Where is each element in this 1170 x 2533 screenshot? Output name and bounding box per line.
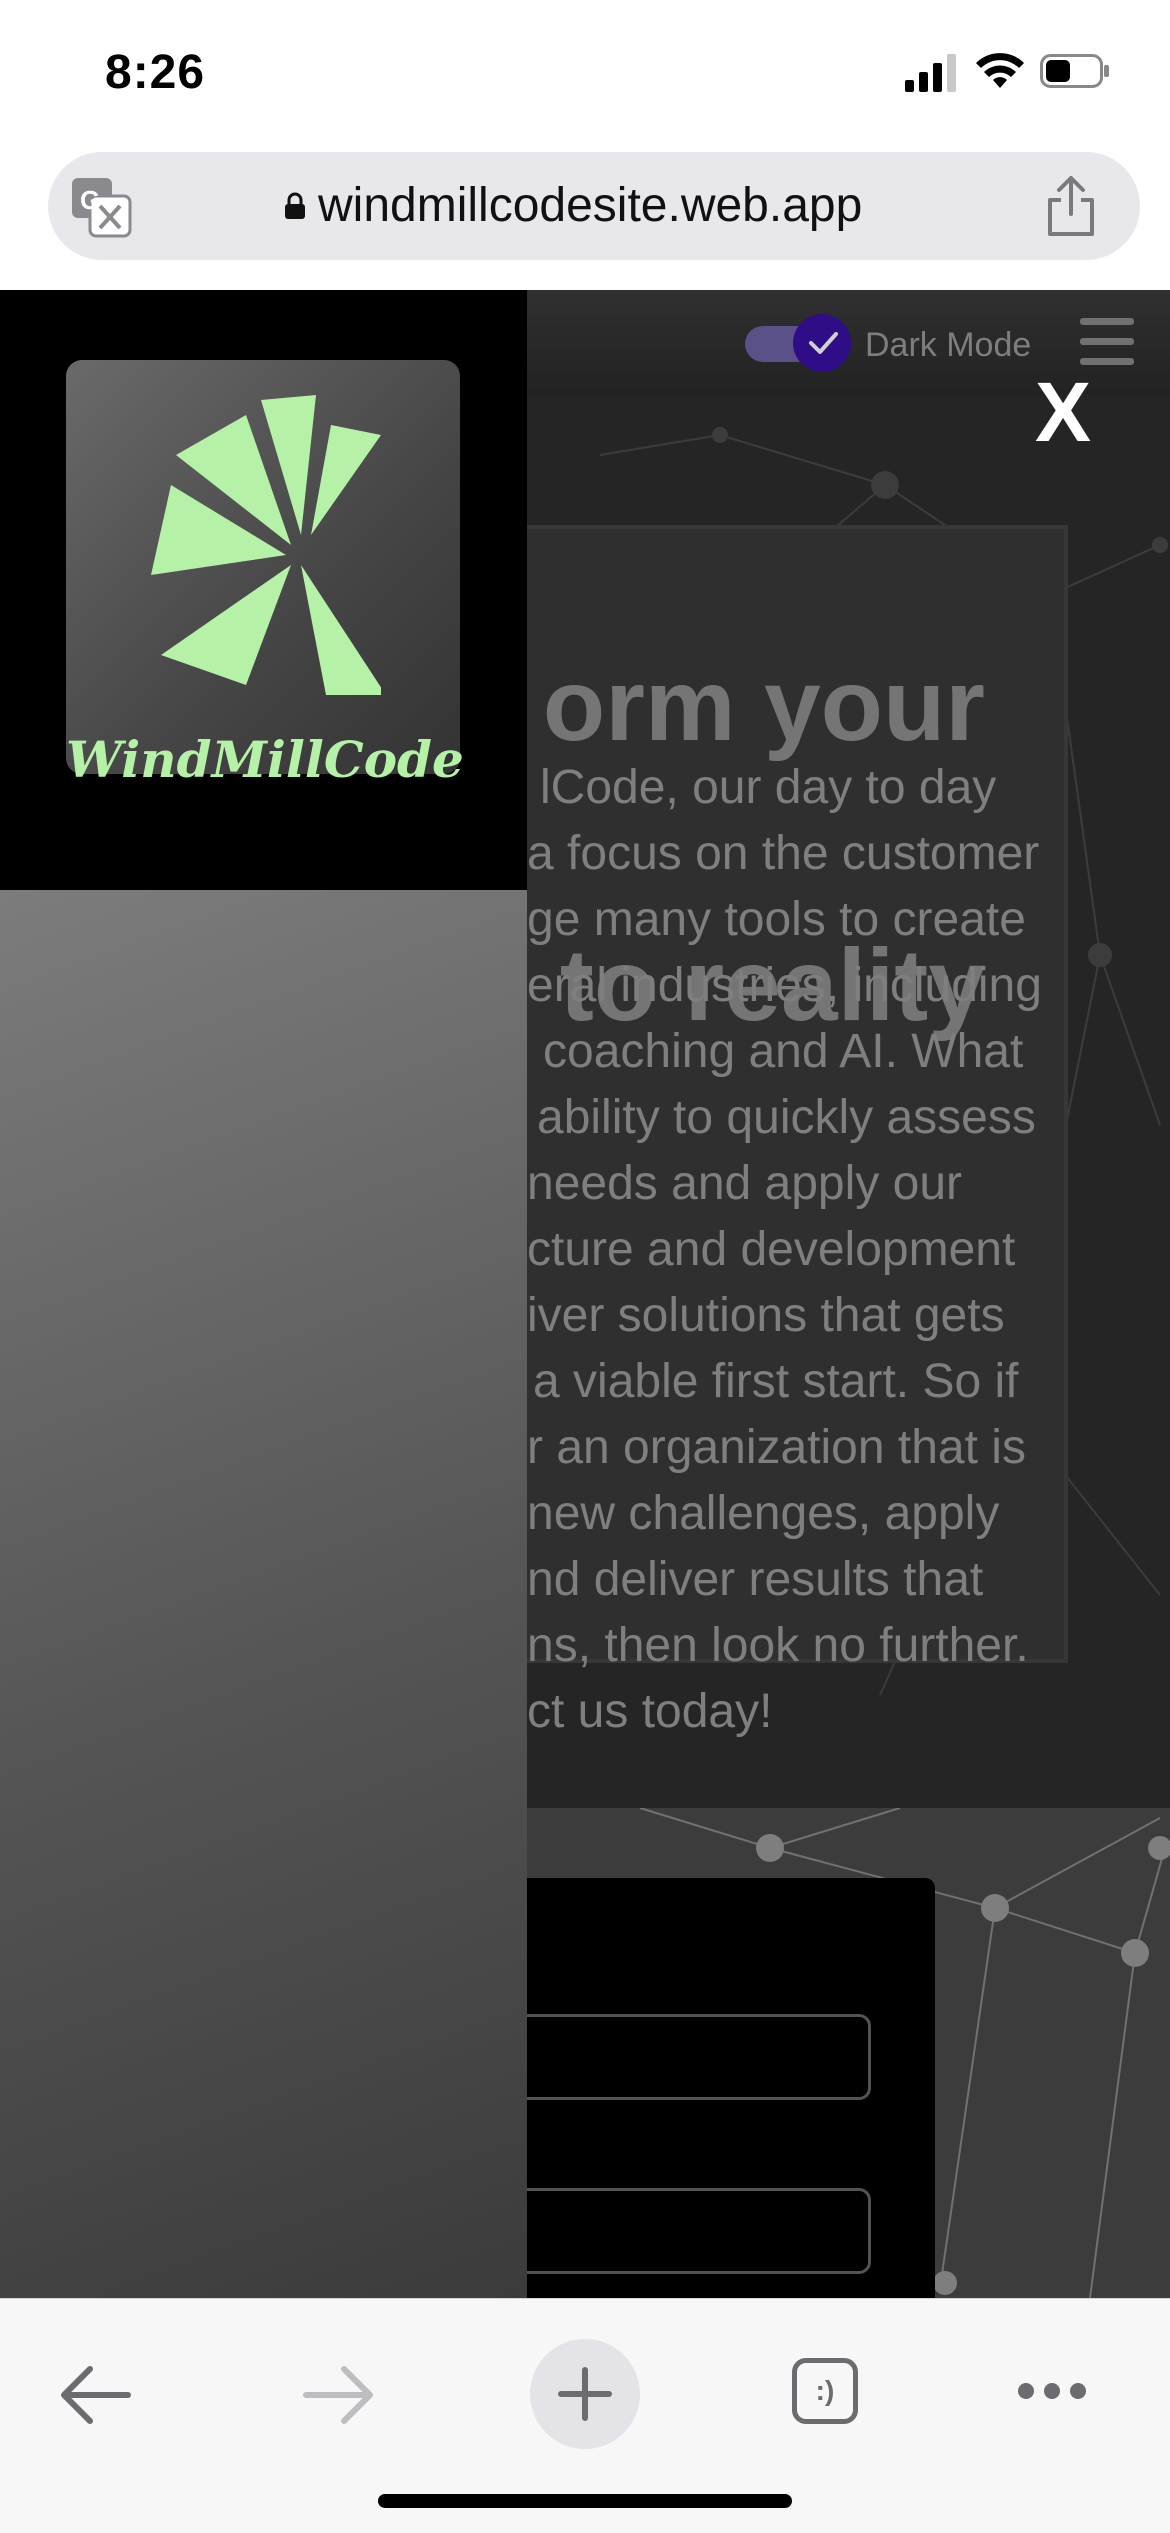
side-menu-header: WindMillCode <box>0 290 527 890</box>
side-menu-body <box>0 890 527 2298</box>
tabs-icon[interactable]: :) <box>792 2358 858 2424</box>
wifi-icon <box>976 53 1024 88</box>
status-bar: 8:26 <box>0 0 1170 150</box>
back-arrow-icon[interactable] <box>58 2363 132 2427</box>
logo-text: WindMillCode <box>66 730 464 789</box>
cellular-signal-icon <box>905 54 956 92</box>
windmill-logo-icon <box>151 395 381 695</box>
battery-icon <box>1040 54 1109 88</box>
svg-text:G: G <box>80 185 100 215</box>
forward-arrow-icon[interactable] <box>302 2363 376 2427</box>
new-tab-plus-icon <box>558 2367 612 2421</box>
logo[interactable]: WindMillCode <box>66 360 464 789</box>
address-bar[interactable]: G windmillcodesite.web.app <box>48 152 1140 260</box>
new-tab-button[interactable] <box>530 2339 640 2449</box>
web-page: Dark Mode orm your to reality lCode, our… <box>0 290 1170 2298</box>
status-time: 8:26 <box>105 46 206 99</box>
translate-icon[interactable]: G <box>70 176 132 238</box>
lock-icon <box>285 192 305 219</box>
more-icon[interactable] <box>1016 2381 1088 2401</box>
share-icon[interactable] <box>1040 174 1102 238</box>
home-indicator <box>378 2494 792 2508</box>
url-text[interactable]: windmillcodesite.web.app <box>318 178 862 233</box>
close-menu-button[interactable]: X <box>1035 370 1091 454</box>
